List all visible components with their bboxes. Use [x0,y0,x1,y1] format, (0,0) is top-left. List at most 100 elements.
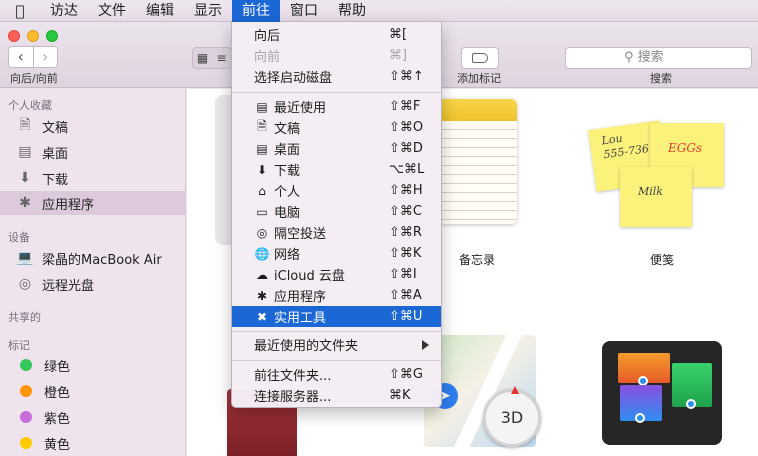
mission-control-app-icon[interactable] [602,341,722,445]
sidebar-item-remote-disc[interactable]: ◎ 远程光盘 [0,272,186,296]
menu-separator [232,360,441,361]
menu-item-home[interactable]: ⌂ 个人 ⇧⌘H [232,180,441,201]
menu-item-applications[interactable]: ✱ 应用程序 ⇧⌘A [232,285,441,306]
disc-icon: ◎ [18,276,32,292]
window-thumbnail [620,385,662,423]
icon-view-button[interactable]: ▦ [193,48,212,68]
menu-item-shortcut: ⇧⌘U [389,309,423,324]
chevron-left-icon: ‹ [17,47,24,66]
download-icon: ⬇ [19,170,31,186]
menu-item-downloads[interactable]: ⬇ 下载 ⌥⌘L [232,159,441,180]
menu-separator [232,331,441,332]
zoom-window-button[interactable] [46,30,58,42]
apple-menu-icon[interactable]:  [0,2,40,20]
menu-item-label: 连接服务器... [254,390,332,405]
tag-color-dot-icon [20,437,32,449]
menu-edit[interactable]: 编辑 [136,0,184,22]
menu-item-shortcut: ⌘K [389,388,411,403]
menu-item-label: 文稿 [274,122,301,137]
sidebar-item-applications[interactable]: ✱ 应用程序 [0,191,186,215]
go-menu-dropdown: 向后 ⌘[ 向前 ⌘] 选择启动磁盘 ⇧⌘↑ ▤ 最近使用 ⇧⌘F 🗎 文稿 ⇧… [231,22,442,408]
sidebar-item-label: 应用程序 [42,197,95,213]
sidebar-item-macbook[interactable]: 💻 梁晶的MacBook Air [0,246,186,270]
forward-button[interactable]: › [32,47,58,67]
sidebar-tag-yellow[interactable]: 黄色 [0,431,186,455]
sidebar-item-documents[interactable]: 🗎 文稿 [0,114,186,138]
tags-section-title: 标记 [8,339,30,352]
sidebar: 个人收藏 🗎 文稿 ▤ 桌面 ⬇ 下载 ✱ 应用程序 设备 💻 梁晶的MacBo… [0,89,186,456]
menu-window[interactable]: 窗口 [280,0,328,22]
sidebar-item-desktop[interactable]: ▤ 桌面 [0,140,186,164]
menu-item-shortcut: ⇧⌘H [389,183,423,198]
menu-item-startup-disk[interactable]: 选择启动磁盘 ⇧⌘↑ [232,66,441,87]
devices-section-title: 设备 [8,231,30,244]
menu-item-computer[interactable]: ▭ 电脑 ⇧⌘C [232,201,441,222]
menu-separator [232,92,441,93]
view-mode-group: ▦ ≡ [192,47,232,69]
menu-item-label: 网络 [274,248,301,263]
tag-color-dot-icon [20,359,32,371]
stickies-app-icon[interactable]: Lou 555-7361 EGGs Milk [588,117,732,227]
menu-item-label: 个人 [274,185,301,200]
menu-item-label: 实用工具 [274,311,327,326]
document-icon: 🗎 [19,117,31,133]
sidebar-item-label: 桌面 [42,146,69,162]
sidebar-tag-green[interactable]: 绿色 [0,353,186,377]
grid-icon: ▦ [196,51,209,65]
compass-3d-icon: 3D [483,386,541,447]
chevron-right-icon: › [42,47,49,66]
minimize-window-button[interactable] [27,30,39,42]
menu-item-documents[interactable]: 🗎 文稿 ⇧⌘O [232,117,441,138]
menu-item-label: 最近使用 [274,101,327,116]
list-icon: ≡ [216,51,227,65]
menu-go[interactable]: 前往 [232,0,280,22]
menu-item-shortcut: ⇧⌘G [389,367,423,382]
close-window-button[interactable] [8,30,20,42]
menu-item-shortcut: ⇧⌘D [389,141,423,156]
desktop-icon: ▤ [18,144,32,160]
cloud-icon: ☁ [256,267,268,282]
menu-item-desktop[interactable]: ▤ 桌面 ⇧⌘D [232,138,441,159]
add-tag-label: 添加标记 [457,72,501,85]
sidebar-tag-orange[interactable]: 橙色 [0,379,186,403]
back-forward-label: 向后/向前 [10,72,58,85]
notes-app-icon[interactable] [439,99,517,224]
menu-item-recent-folders[interactable]: 最近使用的文件夹 [232,334,441,355]
menu-item-shortcut: ⌘] [389,48,408,63]
sidebar-tag-purple[interactable]: 紫色 [0,405,186,429]
back-button[interactable]: ‹ [9,47,33,67]
menu-finder[interactable]: 访达 [40,0,88,22]
list-view-button[interactable]: ≡ [212,48,231,68]
menu-item-back[interactable]: 向后 ⌘[ [232,24,441,45]
sidebar-item-label: 橙色 [44,385,71,401]
menu-item-connect-server[interactable]: 连接服务器... ⌘K [232,385,441,406]
menu-item-shortcut: ⇧⌘I [389,267,417,282]
menu-item-go-to-folder[interactable]: 前往文件夹... ⇧⌘G [232,364,441,385]
menu-item-icloud[interactable]: ☁ iCloud 云盘 ⇧⌘I [232,264,441,285]
tag-color-dot-icon [20,385,32,397]
menu-item-utilities[interactable]: ✖ 实用工具 ⇧⌘U [232,306,441,327]
menu-item-label: 隔空投送 [274,227,327,242]
menu-item-airdrop[interactable]: ◎ 隔空投送 ⇧⌘R [232,222,441,243]
search-icon: ⚲ [624,50,634,65]
sidebar-item-label: 绿色 [44,359,71,375]
menu-item-shortcut: ⇧⌘K [389,246,422,261]
airdrop-icon: ◎ [256,225,268,240]
shared-section-title: 共享的 [8,311,41,324]
sticky-note-3: Milk [620,167,692,227]
menu-help[interactable]: 帮助 [328,0,376,22]
window-thumbnail [618,353,670,386]
window-thumbnail [672,363,712,409]
menu-item-label: 下载 [274,164,301,179]
search-field[interactable]: ⚲ 搜索 [565,47,752,69]
utilities-icon: ✖ [256,309,268,324]
menu-item-label: 向前 [254,50,281,65]
menu-file[interactable]: 文件 [88,0,136,22]
menu-view[interactable]: 显示 [184,0,232,22]
menu-item-network[interactable]: 🌐 网络 ⇧⌘K [232,243,441,264]
sidebar-item-label: 紫色 [44,411,71,427]
sidebar-item-downloads[interactable]: ⬇ 下载 [0,166,186,190]
menu-item-label: 最近使用的文件夹 [254,339,359,354]
add-tag-button[interactable] [461,47,499,69]
menu-item-recents[interactable]: ▤ 最近使用 ⇧⌘F [232,96,441,117]
